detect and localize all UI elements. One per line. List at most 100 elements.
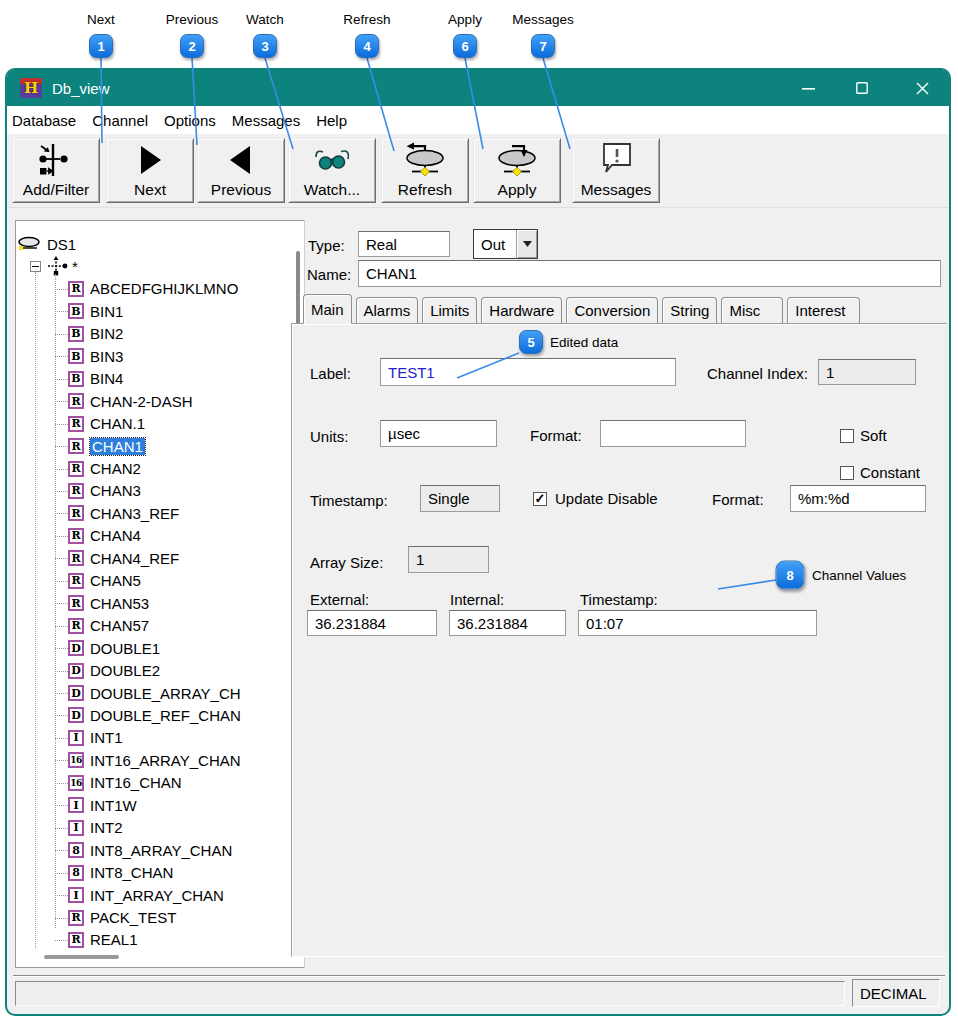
menu-channel[interactable]: Channel [92,112,148,129]
menu-messages[interactable]: Messages [232,112,300,129]
tree-horizontal-scrollbar[interactable] [44,955,119,959]
channel-type-icon-r: R [68,528,84,544]
format2-field[interactable]: %m:%d [790,485,926,512]
channel-type-icon-r: R [68,483,84,499]
window-title: Db_view [52,80,110,97]
tree-item-pack_test[interactable]: RPACK_TEST [68,907,176,929]
tab-main[interactable]: Main [303,294,352,324]
titlebar[interactable]: H Db_view [7,70,949,106]
internal-field[interactable]: 36.231884 [449,610,566,636]
close-button[interactable] [905,70,939,106]
label-field[interactable]: TEST1 [380,358,676,386]
tree-item-label: CHAN.1 [90,415,145,432]
tree-item-int16_array_chan[interactable]: 16INT16_ARRAY_CHAN [68,749,241,771]
name-field[interactable]: CHAN1 [358,260,941,287]
tab-conversion[interactable]: Conversion [566,297,658,323]
timestamp-field: Single [420,485,500,512]
channel-type-icon-r: R [68,595,84,611]
tree-item-double2[interactable]: DDOUBLE2 [68,660,160,682]
callout-label: Previous [166,12,219,27]
external-label: External: [310,591,369,608]
update-disable-checkbox[interactable]: ✓ [533,492,547,506]
direction-combo[interactable]: Out [473,229,538,259]
constant-checkbox[interactable] [840,466,854,480]
tab-interest[interactable]: Interest [787,297,860,323]
tree-item-int2[interactable]: IINT2 [68,817,123,839]
channel-type-icon-i: I [68,887,84,903]
watch-button[interactable]: Watch... [288,138,376,203]
units-field[interactable]: µsec [380,420,497,447]
refresh-button[interactable]: Refresh [381,138,469,203]
tab-string[interactable]: String [662,297,717,323]
tree-item-label: CHAN3 [90,482,141,499]
tree-item-chan4_ref[interactable]: RCHAN4_REF [68,547,179,569]
tree-item-chan3_ref[interactable]: RCHAN3_REF [68,502,179,524]
tree-group-node[interactable]: * [30,255,78,277]
tree-item-chan5[interactable]: RCHAN5 [68,570,141,592]
messages-icon [573,139,659,181]
tree-item-bin1[interactable]: BBIN1 [68,300,123,322]
maximize-button[interactable] [845,70,879,106]
messages-button[interactable]: Messages [572,138,660,203]
external-field[interactable]: 36.231884 [307,610,437,636]
tree-item-label: CHAN4_REF [90,550,179,567]
tab-hardware[interactable]: Hardware [481,297,562,323]
minimize-button[interactable] [791,70,825,106]
watch-icon [289,139,375,181]
channel-index-label: Channel Index: [707,365,808,382]
tab-misc[interactable]: Misc [721,297,783,323]
callout-badge: 6 [453,34,477,58]
next-button[interactable]: Next [106,138,194,203]
collapse-box[interactable] [30,261,41,272]
tree-item-int1w[interactable]: IINT1W [68,794,137,816]
tree-item-chan57[interactable]: RCHAN57 [68,615,149,637]
tree-root-label: DS1 [47,236,76,253]
tree-item-real1[interactable]: RREAL1 [68,929,138,951]
constant-label: Constant [860,464,920,481]
array-size-label: Array Size: [310,554,383,571]
tree-item-chan3[interactable]: R CHAN3 [68,480,141,502]
tab-alarms[interactable]: Alarms [356,297,419,323]
add-filter-button[interactable]: Add/Filter [12,138,100,203]
type-field: Real [358,231,450,257]
tree-item-double_array_ch[interactable]: DDOUBLE_ARRAY_CH [68,682,241,704]
tree-item-chan2[interactable]: RCHAN2 [68,458,141,480]
menu-database[interactable]: Database [12,112,76,129]
previous-button[interactable]: Previous [197,138,285,203]
channel-type-icon-r: R [68,281,84,297]
tree-item-double1[interactable]: DDOUBLE1 [68,637,160,659]
channel-type-icon-b: B [68,303,84,319]
tree-item-chan53[interactable]: RCHAN53 [68,592,149,614]
tree-item-bin2[interactable]: BBIN2 [68,323,123,345]
tree-item-int1[interactable]: IINT1 [68,727,123,749]
menu-options[interactable]: Options [164,112,216,129]
tree-item-chan.1[interactable]: RCHAN.1 [68,413,145,435]
tree-root-ds1[interactable]: DS1 [17,233,76,255]
tree-item-bin4[interactable]: BBIN4 [68,368,123,390]
tree-item-label: CHAN1 [90,438,145,455]
toolbar-button-label: Watch... [304,181,360,202]
tree-item-int16_chan[interactable]: 16 INT16_CHAN [68,772,182,794]
soft-checkbox[interactable] [840,429,854,443]
format1-field[interactable] [600,420,746,447]
apply-button[interactable]: Apply [473,138,561,203]
channel-type-icon-d: D [68,663,84,679]
tree-item-chan1[interactable]: RCHAN1 [68,435,145,457]
tree-item-chan-2-dash[interactable]: RCHAN-2-DASH [68,390,193,412]
tree-item-int8_chan[interactable]: 8INT8_CHAN [68,862,173,884]
tree-item-bin3[interactable]: BBIN3 [68,345,123,367]
tree-item-double_ref_chan[interactable]: DDOUBLE_REF_CHAN [68,704,241,726]
timestamp2-field[interactable]: 01:07 [578,610,817,636]
tree-item-chan4[interactable]: RCHAN4 [68,525,141,547]
tree-item-label: INT2 [90,819,123,836]
tab-limits[interactable]: Limits [422,297,477,323]
tree-item-label: INT8_CHAN [90,864,173,881]
tree-item-label: INT16_CHAN [90,774,182,791]
tree-item-abcedfghijklmno[interactable]: RABCEDFGHIJKLMNO [68,278,238,300]
channel-type-icon-16: 16 [68,775,84,791]
menu-help[interactable]: Help [316,112,347,129]
group-icon [46,256,68,276]
tree-item-int_array_chan[interactable]: IINT_ARRAY_CHAN [68,884,224,906]
tree-item-int8_array_chan[interactable]: 8INT8_ARRAY_CHAN [68,839,232,861]
combo-dropdown-button[interactable] [516,230,537,258]
